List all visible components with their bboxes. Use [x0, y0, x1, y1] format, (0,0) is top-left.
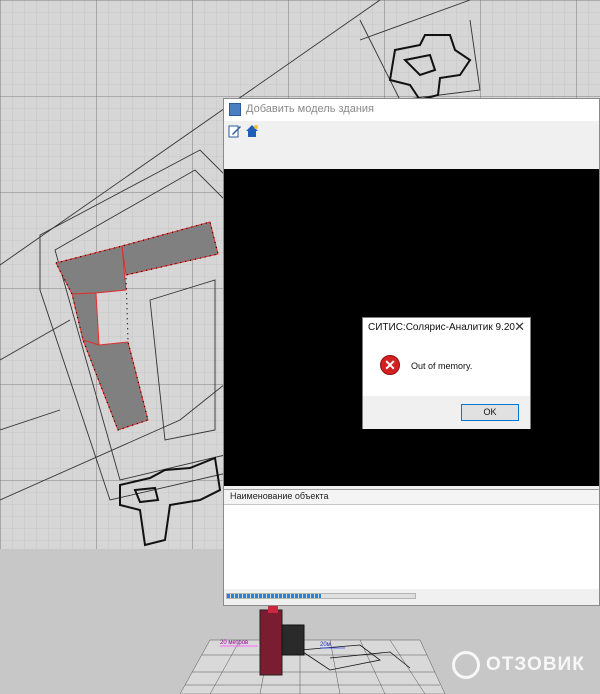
ok-button[interactable]: OK: [461, 404, 519, 421]
error-dialog: СИТИС:Солярис-Аналитик 9.20 ✕ ✕ Out of m…: [362, 317, 531, 429]
window-title: Добавить модель здания: [246, 103, 374, 115]
dialog-title: СИТИС:Солярис-Аналитик 9.20: [368, 322, 515, 333]
object-name-column: Наименование объекта: [230, 491, 329, 501]
progress-fill: [227, 594, 321, 598]
object-list-header[interactable]: Наименование объекта: [224, 489, 599, 505]
error-message: Out of memory.: [411, 361, 473, 371]
toolbar: [224, 121, 599, 169]
dialog-footer: OK: [363, 396, 530, 429]
object-list[interactable]: [224, 505, 599, 589]
error-icon: ✕: [380, 355, 400, 375]
scale-label-right: 20м: [320, 642, 331, 648]
watermark: ОТЗОВИК: [452, 650, 592, 680]
watermark-logo-icon: [452, 651, 480, 679]
app-icon: [229, 103, 241, 116]
edit-icon[interactable]: [228, 124, 242, 138]
window-titlebar[interactable]: Добавить модель здания: [224, 99, 599, 121]
progress-bar: [226, 593, 416, 599]
home-icon[interactable]: [245, 124, 259, 138]
scale-label-left: 20 метров: [220, 640, 248, 646]
scene-3d-preview[interactable]: 20 метров 20м: [180, 600, 450, 694]
watermark-text: ОТЗОВИК: [486, 654, 585, 675]
close-icon[interactable]: ✕: [514, 319, 525, 335]
